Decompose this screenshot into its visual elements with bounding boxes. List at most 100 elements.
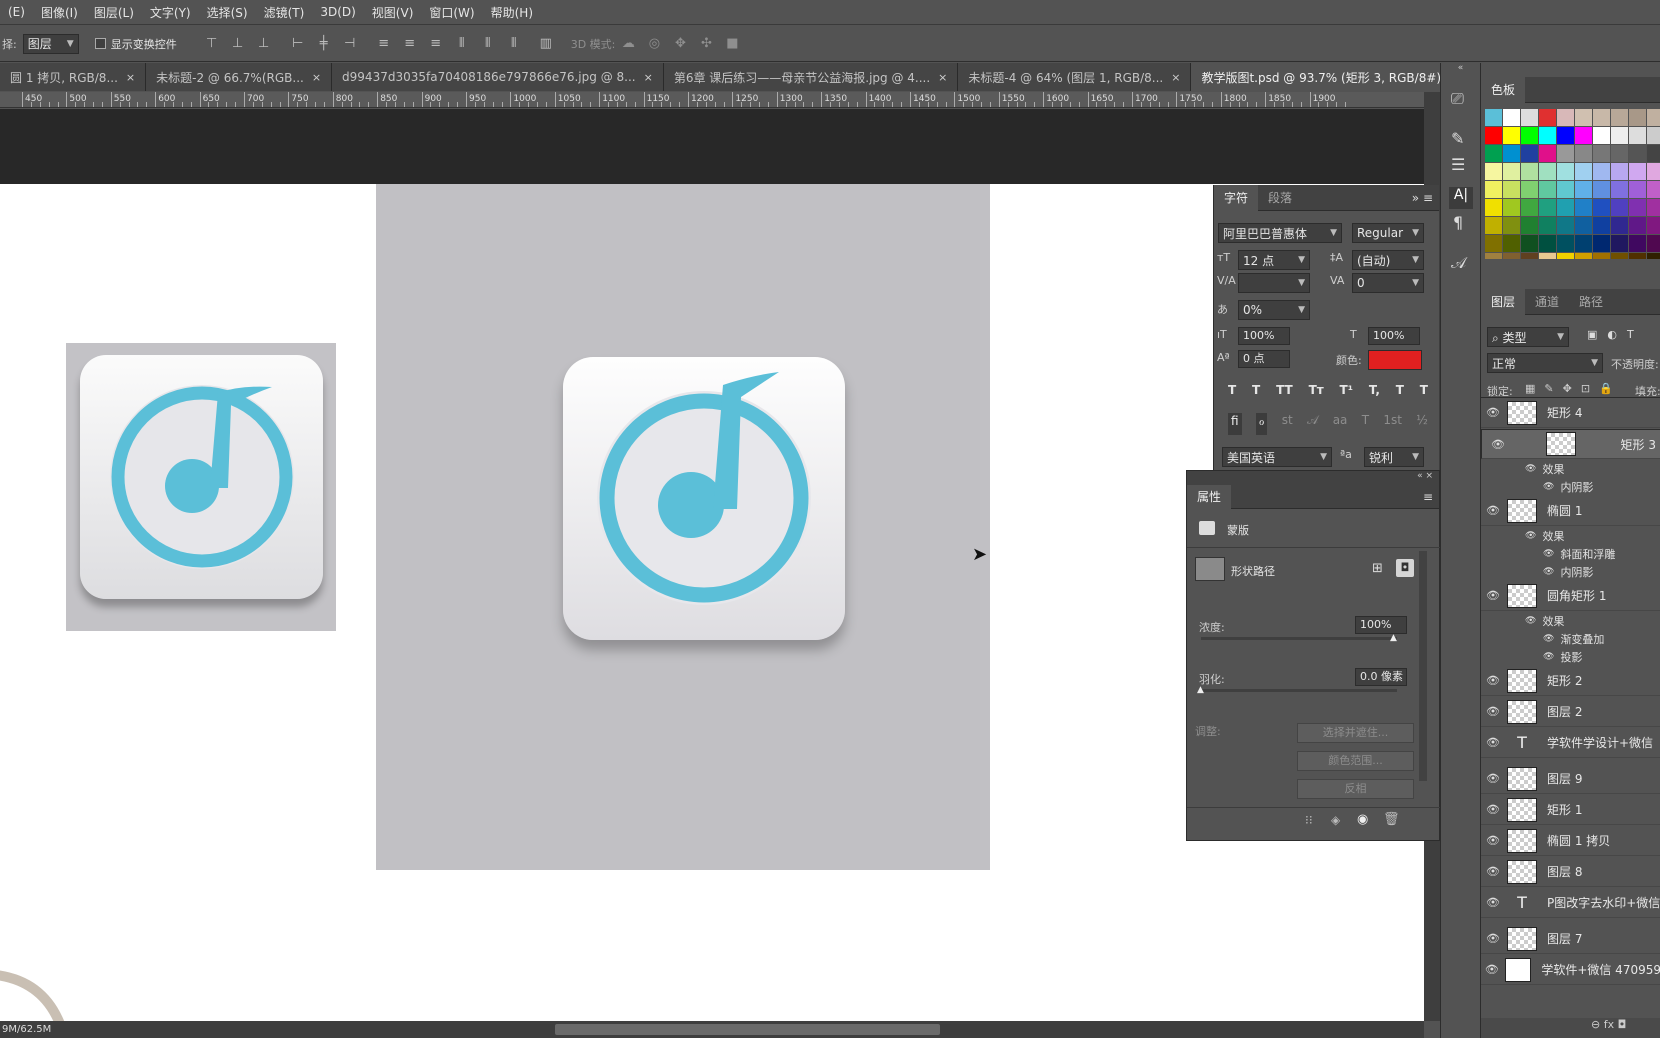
menu-item-7[interactable]: 视图(V) <box>364 4 422 21</box>
language-dropdown[interactable]: 美国英语 ▼ <box>1222 447 1332 467</box>
color-swatch[interactable] <box>1593 217 1610 234</box>
glyphs-icon[interactable]: 𝒜 <box>1451 253 1466 273</box>
menu-item-1[interactable]: 图像(I) <box>33 4 86 21</box>
color-swatch[interactable] <box>1593 109 1610 126</box>
color-swatch[interactable] <box>1647 199 1660 216</box>
layer-row[interactable]: 👁 矩形 4 <box>1481 398 1660 428</box>
layer-row[interactable]: 👁 学软件+微信 470959 <box>1481 955 1660 985</box>
layer-row[interactable]: 👁 图层 2 <box>1481 697 1660 727</box>
app-icon-tile[interactable] <box>563 357 845 640</box>
document-tab-5[interactable]: 教学版图t.psd @ 93.7% (矩形 3, RGB/8#) *× <box>1191 63 1480 91</box>
layer-row[interactable]: 👁 矩形 2 <box>1481 666 1660 696</box>
swatch-grid[interactable] <box>1485 109 1660 259</box>
color-swatch[interactable] <box>1485 145 1502 162</box>
density-field[interactable]: 100% <box>1355 616 1407 634</box>
color-swatch[interactable] <box>1485 127 1502 144</box>
color-swatch[interactable] <box>1611 199 1628 216</box>
color-swatch[interactable] <box>1629 109 1646 126</box>
layer-row[interactable]: 👁 T 学软件学设计+微信 <box>1481 728 1660 758</box>
color-swatch[interactable] <box>1557 163 1574 180</box>
feather-slider[interactable] <box>1201 689 1397 692</box>
layer-visibility-eye-icon[interactable]: 👁 <box>1483 803 1503 816</box>
effect-visibility-eye-icon[interactable]: 👁 <box>1543 652 1554 662</box>
color-swatch[interactable] <box>1539 199 1556 216</box>
align-hcenter-icon[interactable]: ╪ <box>315 36 333 51</box>
text-style-button-2[interactable]: TT <box>1276 383 1293 401</box>
color-swatch[interactable] <box>1647 109 1660 126</box>
color-swatch[interactable] <box>1521 181 1538 198</box>
color-swatch[interactable] <box>1503 199 1520 216</box>
color-swatch[interactable] <box>1503 127 1520 144</box>
tab-layers[interactable]: 图层 <box>1481 288 1526 315</box>
align-left-icon[interactable]: ⊢ <box>289 36 307 51</box>
vector-mask-thumbnail[interactable] <box>1195 557 1225 581</box>
menu-item-4[interactable]: 选择(S) <box>199 4 256 21</box>
brush-preset-icon[interactable]: ✎ <box>1451 129 1464 148</box>
color-swatch[interactable] <box>1593 199 1610 216</box>
layers-footer-icons[interactable]: ⊖ fx ◘ <box>1481 1018 1660 1038</box>
close-tab-icon[interactable]: × <box>312 71 321 84</box>
layer-row[interactable]: 👁 矩形 3 <box>1481 429 1660 459</box>
color-swatch[interactable] <box>1647 253 1660 259</box>
font-size-field[interactable]: 12 点 ▼ <box>1238 250 1310 270</box>
color-swatch[interactable] <box>1557 145 1574 162</box>
show-transform-checkbox[interactable] <box>94 38 106 49</box>
tab-paths[interactable]: 路径 <box>1569 293 1613 310</box>
color-swatch[interactable] <box>1611 181 1628 198</box>
color-swatch[interactable] <box>1575 199 1592 216</box>
color-swatch[interactable] <box>1575 127 1592 144</box>
color-swatch[interactable] <box>1539 145 1556 162</box>
layer-effect-item[interactable]: 👁 斜面和浮雕 <box>1481 545 1660 563</box>
font-style-dropdown[interactable]: Regular ▼ <box>1352 223 1424 243</box>
color-swatch[interactable] <box>1629 217 1646 234</box>
distribute-hcenter-icon[interactable]: ⫴ <box>479 36 497 51</box>
color-swatch[interactable] <box>1593 163 1610 180</box>
horizontal-scrollbar[interactable] <box>0 1021 1424 1038</box>
opentype-button-4[interactable]: aa <box>1333 413 1348 435</box>
color-swatch[interactable] <box>1629 253 1646 259</box>
tab-properties[interactable]: 属性 <box>1187 484 1232 509</box>
color-swatch[interactable] <box>1647 181 1660 198</box>
distribute-left-icon[interactable]: ⫴ <box>453 36 471 51</box>
layer-visibility-eye-icon[interactable]: 👁 <box>1483 963 1501 976</box>
text-style-button-3[interactable]: Tт <box>1309 383 1324 401</box>
feather-slider-handle[interactable]: ▲ <box>1197 685 1204 695</box>
distribute-right-icon[interactable]: ⫴ <box>505 36 523 51</box>
color-swatch[interactable] <box>1539 127 1556 144</box>
menu-item-8[interactable]: 窗口(W) <box>421 4 482 21</box>
color-swatch[interactable] <box>1521 127 1538 144</box>
color-swatch[interactable] <box>1485 253 1502 259</box>
document-tab-1[interactable]: 未标题-2 @ 66.7%(RGB... × <box>146 63 333 91</box>
adjustments-icon[interactable]: ☰ <box>1451 155 1465 174</box>
add-mask-icon[interactable]: ⊞ <box>1372 561 1383 576</box>
text-style-button-7[interactable]: T <box>1420 383 1428 401</box>
color-swatch[interactable] <box>1485 163 1502 180</box>
layer-effects-group[interactable]: 👁 效果 <box>1481 460 1660 478</box>
color-swatch[interactable] <box>1647 145 1660 162</box>
color-swatch[interactable] <box>1503 235 1520 252</box>
color-swatch[interactable] <box>1611 127 1628 144</box>
align-right-icon[interactable]: ⊣ <box>341 36 359 51</box>
color-swatch[interactable] <box>1521 235 1538 252</box>
layer-filter-dropdown[interactable]: ⌕ 类型 ▼ <box>1487 327 1569 347</box>
document-tab-4[interactable]: 未标题-4 @ 64% (图层 1, RGB/8... × <box>958 63 1192 91</box>
align-bottom-icon[interactable]: ⊥ <box>255 36 273 51</box>
layer-row[interactable]: 👁 图层 7 <box>1481 924 1660 954</box>
effect-visibility-eye-icon[interactable]: 👁 <box>1543 567 1554 577</box>
color-swatch[interactable] <box>1539 217 1556 234</box>
horizontal-scale-field[interactable]: 100% <box>1368 327 1420 345</box>
color-swatch[interactable] <box>1629 163 1646 180</box>
layer-row[interactable]: 👁 矩形 1 <box>1481 795 1660 825</box>
layer-visibility-eye-icon[interactable]: 👁 <box>1483 504 1503 517</box>
3d-roll-icon[interactable]: ◎ <box>645 36 663 51</box>
leading-field[interactable]: (自动) ▼ <box>1352 250 1424 270</box>
color-swatch[interactable] <box>1539 235 1556 252</box>
effect-visibility-eye-icon[interactable]: 👁 <box>1525 531 1536 541</box>
effect-visibility-eye-icon[interactable]: 👁 <box>1543 549 1554 559</box>
align-top-icon[interactable]: ⊤ <box>203 36 221 51</box>
character-panel-icon[interactable]: A| <box>1449 187 1473 209</box>
feather-field[interactable]: 0.0 像素 <box>1355 668 1407 686</box>
antialias-dropdown[interactable]: 锐利 ▼ <box>1364 447 1424 467</box>
color-swatch[interactable] <box>1521 253 1538 259</box>
layer-row[interactable]: 👁 椭圆 1 <box>1481 496 1660 526</box>
